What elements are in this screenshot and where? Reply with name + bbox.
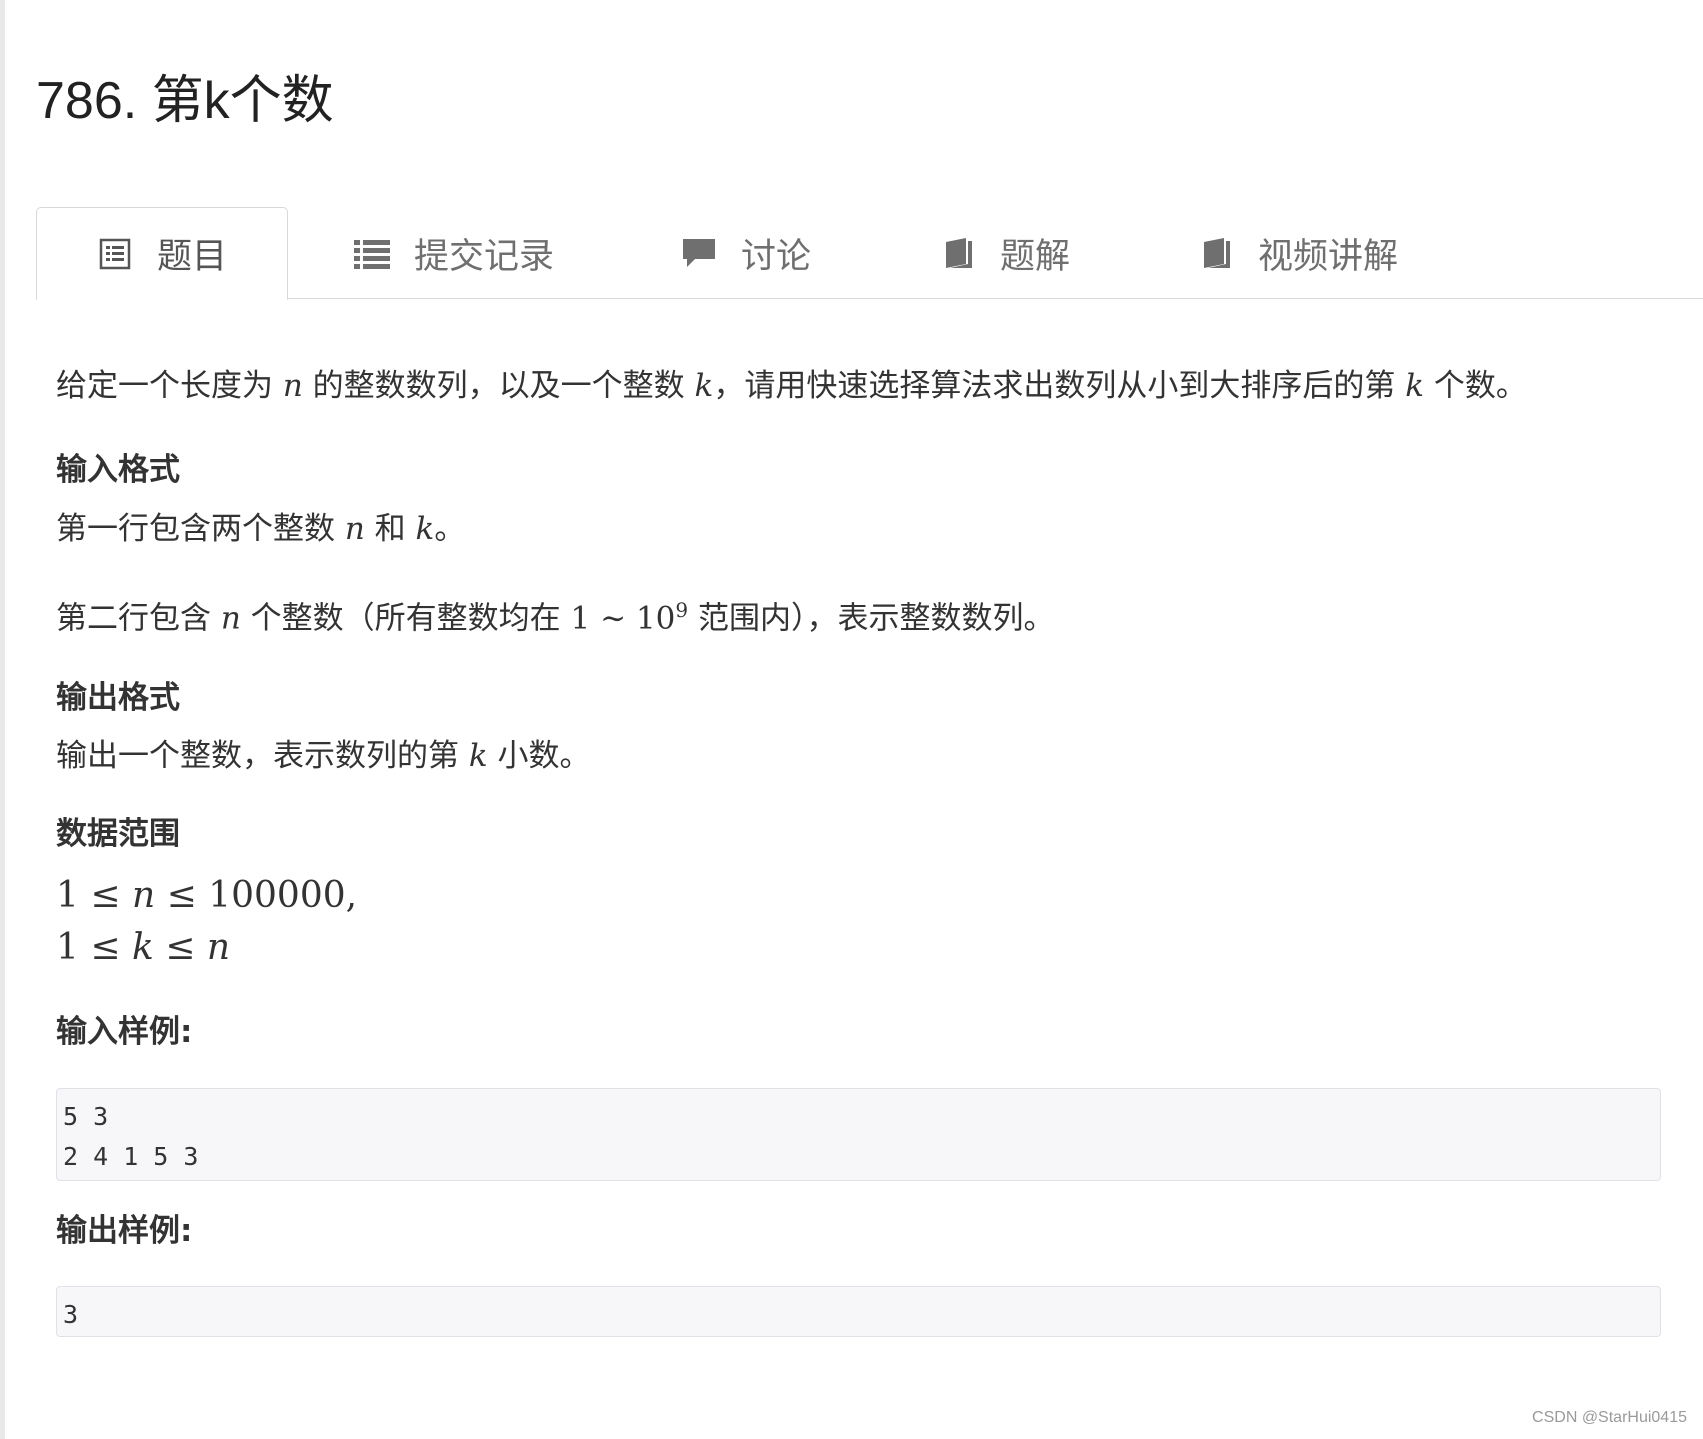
data-range-heading: 数据范围 [56, 816, 180, 852]
left-border [0, 0, 5, 1439]
sample-output-code[interactable]: 3 [56, 1286, 1661, 1337]
sample-output-heading: 输出样例: [56, 1213, 193, 1249]
tab-submissions[interactable]: 提交记录 [354, 207, 554, 299]
book-icon [1198, 235, 1234, 271]
range-line-2: 1 ≤ k ≤ n [56, 927, 231, 968]
tab-label: 视频讲解 [1258, 236, 1399, 277]
tab-problem[interactable]: 题目 [36, 207, 288, 300]
tab-label: 题解 [1000, 236, 1071, 277]
input-format-line-1: 第一行包含两个整数 n 和 k。 [56, 511, 466, 547]
problem-description: 给定一个长度为 n 的整数数列，以及一个整数 k，请用快速选择算法求出数列从小到… [56, 368, 1527, 404]
book-icon [940, 235, 976, 271]
page-title: 786. 第k个数 [36, 72, 334, 130]
tab-label: 提交记录 [414, 236, 555, 277]
tab-discussion[interactable]: 讨论 [681, 207, 811, 299]
output-format-heading: 输出格式 [56, 680, 180, 716]
tab-label: 题目 [156, 237, 227, 277]
tab-bar: 题目 提交记录 讨论 题解 视频讲解 [36, 207, 1703, 300]
tab-solutions[interactable]: 题解 [940, 207, 1070, 299]
watermark: CSDN @StarHui0415 [1532, 1409, 1687, 1426]
input-format-line-2: 第二行包含 n 个整数（所有整数均在 1 ∼ 109 范围内），表示整数数列。 [56, 598, 1055, 637]
sample-input-heading: 输入样例: [56, 1014, 193, 1050]
range-line-1: 1 ≤ n ≤ 100000, [56, 875, 358, 916]
list-icon [97, 236, 133, 272]
output-format-line-1: 输出一个整数，表示数列的第 k 小数。 [56, 738, 591, 774]
sample-input-code[interactable]: 5 3 2 4 1 5 3 [56, 1088, 1661, 1181]
comment-icon [681, 235, 717, 271]
bullet-list-icon [354, 235, 390, 271]
tab-video[interactable]: 视频讲解 [1198, 207, 1398, 299]
input-format-heading: 输入格式 [56, 452, 180, 488]
tab-label: 讨论 [741, 236, 812, 277]
data-range-formula: 1 ≤ n ≤ 100000, 1 ≤ k ≤ n [56, 870, 357, 974]
